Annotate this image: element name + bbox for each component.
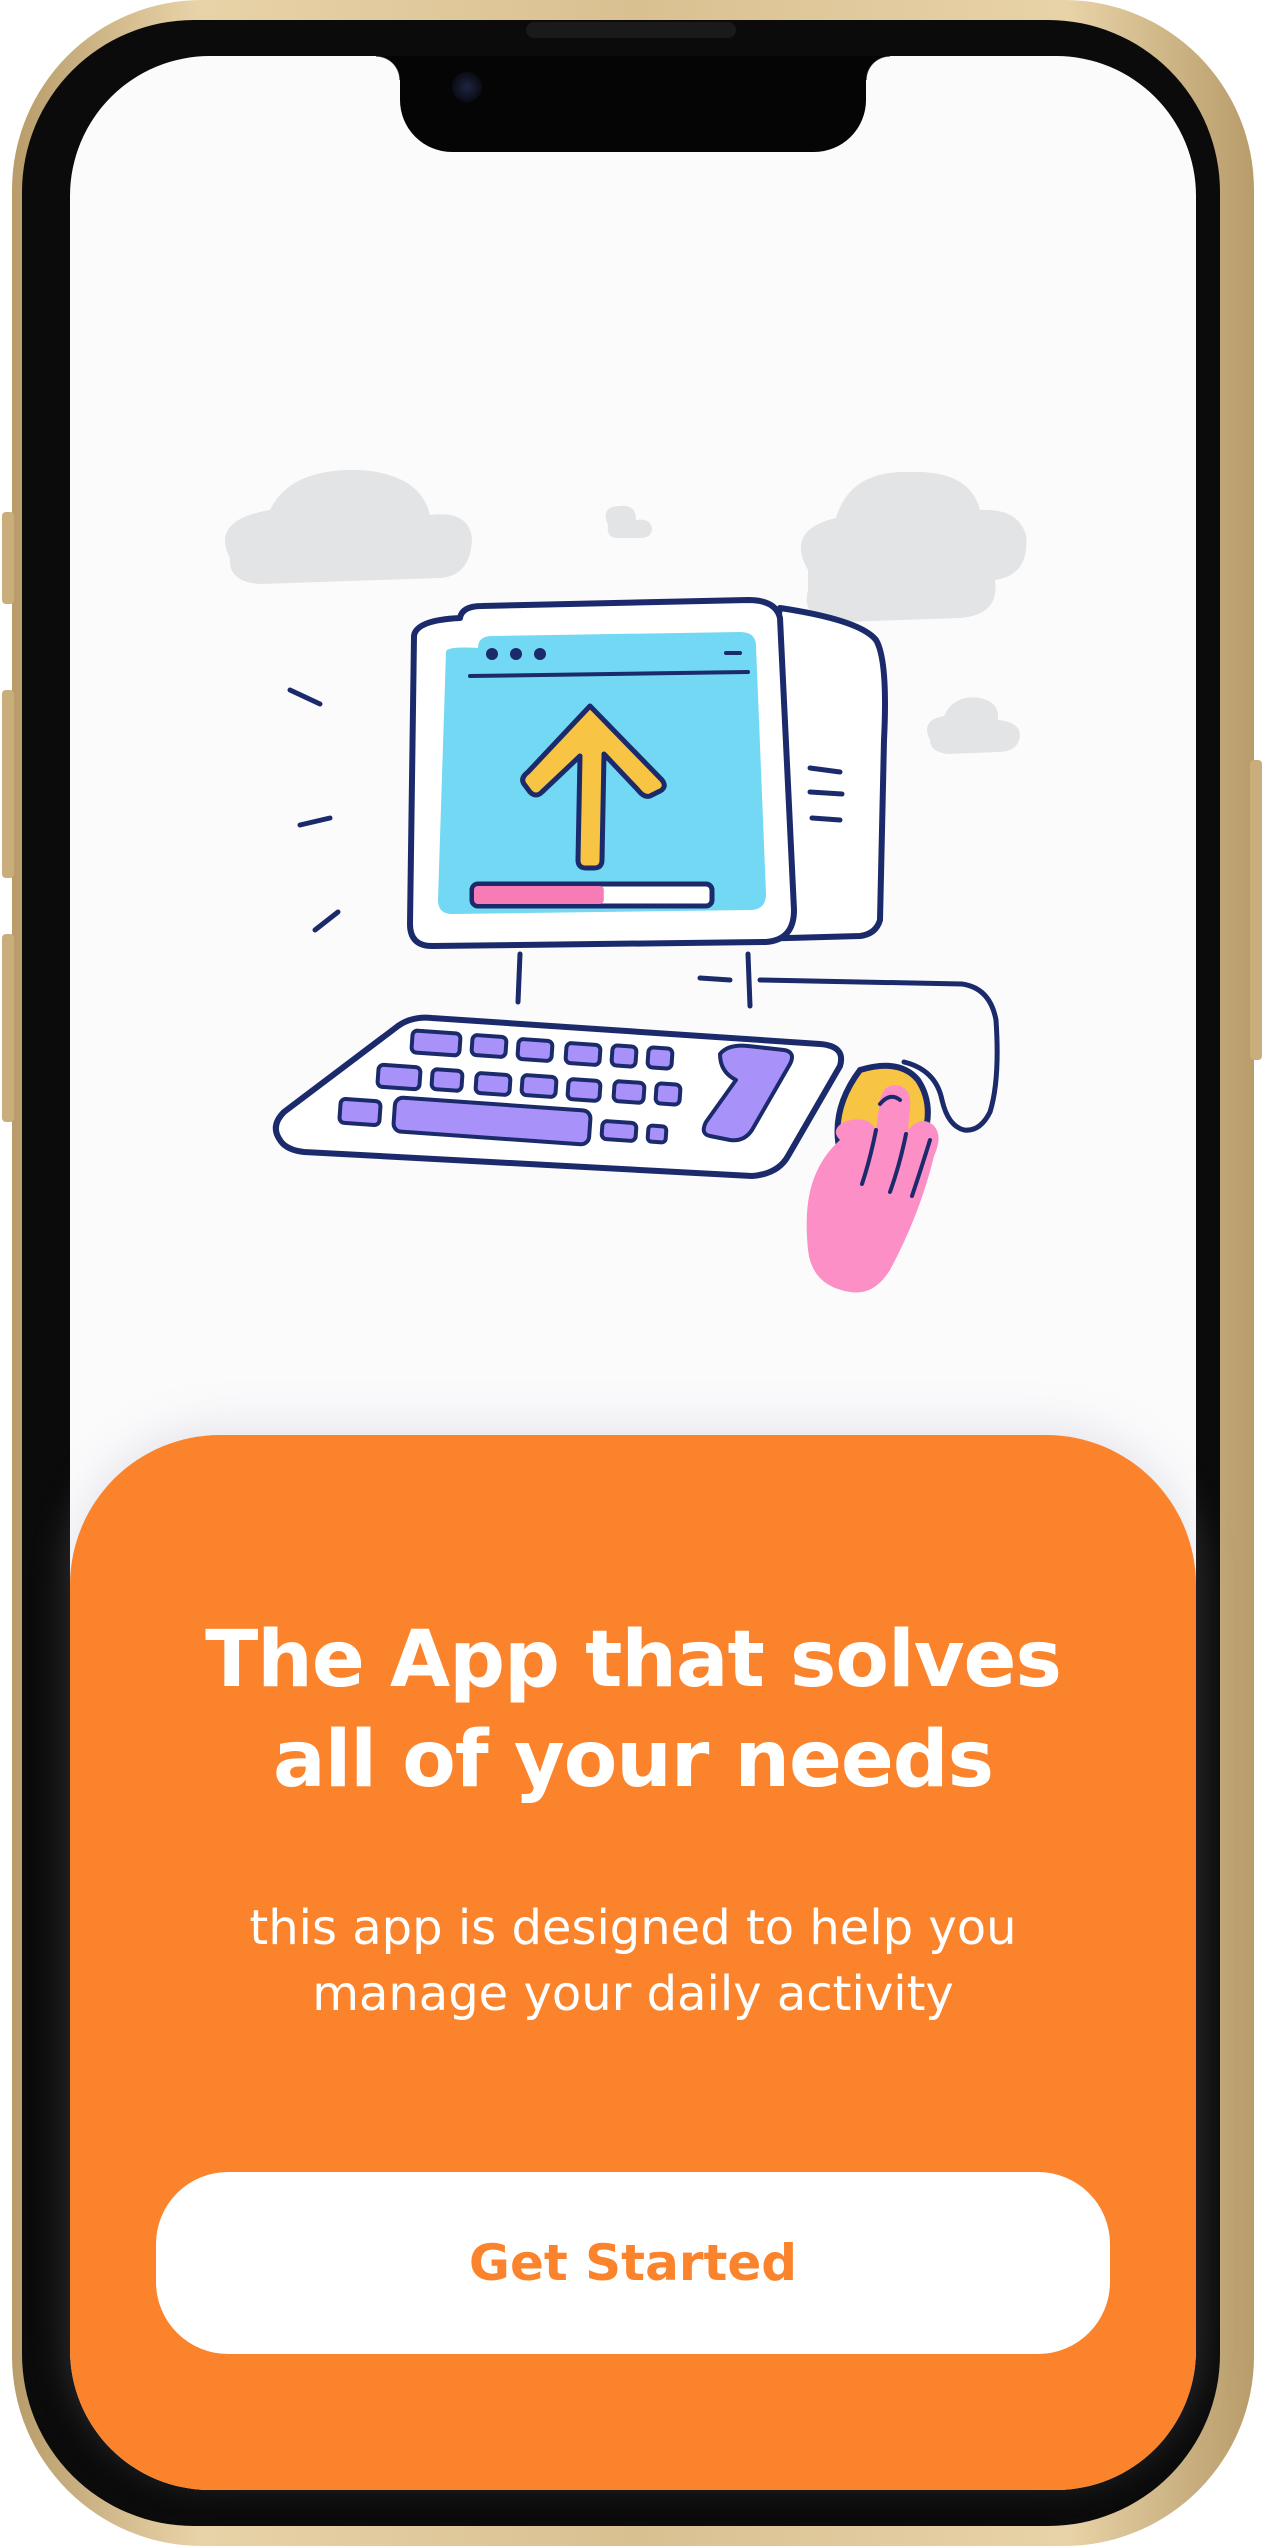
subtitle-line-1: this app is designed to help you bbox=[249, 1900, 1017, 1956]
computer-upload-illustration bbox=[225, 469, 1027, 1293]
subtitle-line-2: manage your daily activity bbox=[312, 1966, 954, 2022]
onboarding-subtitle: this app is designed to help you manage … bbox=[70, 1895, 1196, 2027]
get-started-button[interactable]: Get Started bbox=[156, 2172, 1110, 2354]
speaker-grille bbox=[526, 22, 736, 38]
headline-line-2: all of your needs bbox=[272, 1715, 994, 1805]
get-started-label: Get Started bbox=[468, 2234, 798, 2292]
cloud-tiny-icon bbox=[927, 697, 1020, 754]
volume-up-button bbox=[2, 690, 14, 878]
notch bbox=[376, 56, 890, 152]
power-button bbox=[1250, 760, 1262, 1060]
onboarding-headline: The App that solves all of your needs bbox=[70, 1610, 1196, 1810]
cloud-small-icon bbox=[605, 505, 652, 538]
cloud-left-icon bbox=[225, 469, 472, 584]
cloud-right-icon bbox=[800, 471, 1027, 622]
silent-switch bbox=[2, 512, 14, 604]
front-camera bbox=[452, 72, 482, 102]
upload-progress-fill bbox=[474, 886, 604, 904]
volume-down-button bbox=[2, 934, 14, 1122]
headline-line-1: The App that solves bbox=[205, 1615, 1062, 1705]
